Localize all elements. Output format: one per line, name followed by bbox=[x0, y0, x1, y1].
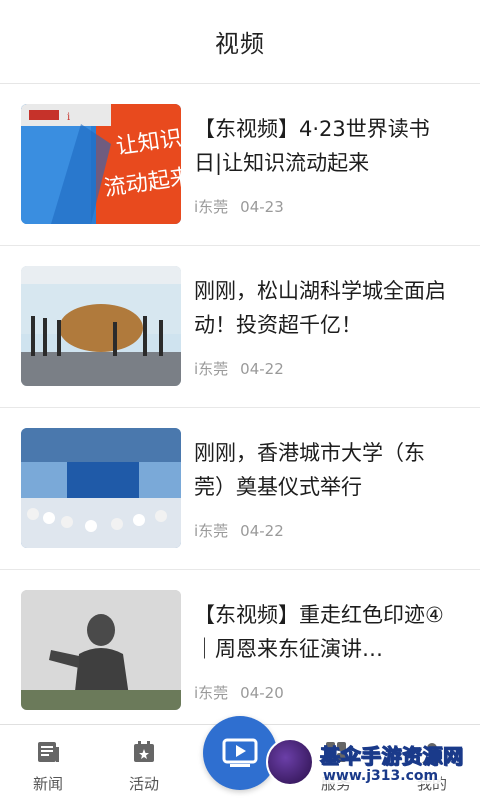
news-date: 04-22 bbox=[240, 360, 284, 378]
news-date: 04-22 bbox=[240, 522, 284, 540]
tab-activity[interactable]: 活动 bbox=[96, 725, 192, 800]
news-thumbnail[interactable]: i 让知识 流动起来 bbox=[21, 104, 181, 224]
news-date: 04-23 bbox=[240, 198, 284, 216]
news-item[interactable]: i 让知识 流动起来 【东视频】4·23世界读书日|让知识流动起来 i东莞 04-… bbox=[0, 84, 480, 246]
watermark-title: 基伞手游资源网 bbox=[320, 744, 464, 769]
tab-label: 活动 bbox=[128, 775, 159, 793]
book-day-image: i 让知识 流动起来 bbox=[21, 104, 181, 224]
news-date: 04-20 bbox=[240, 684, 284, 702]
news-thumbnail[interactable] bbox=[21, 266, 181, 386]
news-meta: i东莞 04-20 bbox=[194, 682, 284, 703]
video-play-icon bbox=[222, 738, 258, 767]
news-thumbnail[interactable] bbox=[21, 428, 181, 548]
news-item[interactable]: 【东视频】重走红色印迹④｜周恩来东征演讲… i东莞 04-20 bbox=[0, 570, 480, 732]
news-title[interactable]: 【东视频】4·23世界读书日|让知识流动起来 bbox=[194, 112, 456, 180]
news-title[interactable]: 刚刚，香港城市大学（东莞）奠基仪式举行 bbox=[194, 436, 456, 504]
news-meta: i东莞 04-23 bbox=[194, 196, 284, 217]
news-source: i东莞 bbox=[194, 360, 229, 378]
news-item[interactable]: 刚刚，香港城市大学（东莞）奠基仪式举行 i东莞 04-22 bbox=[0, 408, 480, 570]
news-meta: i东莞 04-22 bbox=[194, 358, 284, 379]
svg-text:i: i bbox=[67, 112, 70, 123]
tab-label: 新闻 bbox=[32, 775, 63, 793]
watermark-overlay: 基伞手游资源网 www.j313.com bbox=[262, 738, 480, 796]
news-feed[interactable]: i 让知识 流动起来 【东视频】4·23世界读书日|让知识流动起来 i东莞 04-… bbox=[0, 84, 480, 732]
news-title[interactable]: 【东视频】重走红色印迹④｜周恩来东征演讲… bbox=[194, 598, 456, 666]
watermark-logo-icon bbox=[266, 738, 314, 786]
news-source: i东莞 bbox=[194, 198, 229, 216]
statue-image bbox=[21, 590, 181, 710]
news-icon bbox=[38, 742, 59, 762]
watermark-url: www.j313.com bbox=[320, 768, 442, 784]
news-source: i东莞 bbox=[194, 684, 229, 702]
calendar-icon bbox=[134, 741, 154, 762]
page-title: 视频 bbox=[215, 30, 265, 58]
news-item[interactable]: 刚刚，松山湖科学城全面启动！投资超千亿！ i东莞 04-22 bbox=[0, 246, 480, 408]
tab-news[interactable]: 新闻 bbox=[0, 725, 96, 800]
top-bar: 视频 bbox=[0, 0, 480, 84]
news-thumbnail[interactable] bbox=[21, 590, 181, 710]
news-source: i东莞 bbox=[194, 522, 229, 540]
news-meta: i东莞 04-22 bbox=[194, 520, 284, 541]
ceremony-stone-image bbox=[21, 266, 181, 386]
groundbreaking-image bbox=[21, 428, 181, 548]
news-title[interactable]: 刚刚，松山湖科学城全面启动！投资超千亿！ bbox=[194, 274, 456, 342]
